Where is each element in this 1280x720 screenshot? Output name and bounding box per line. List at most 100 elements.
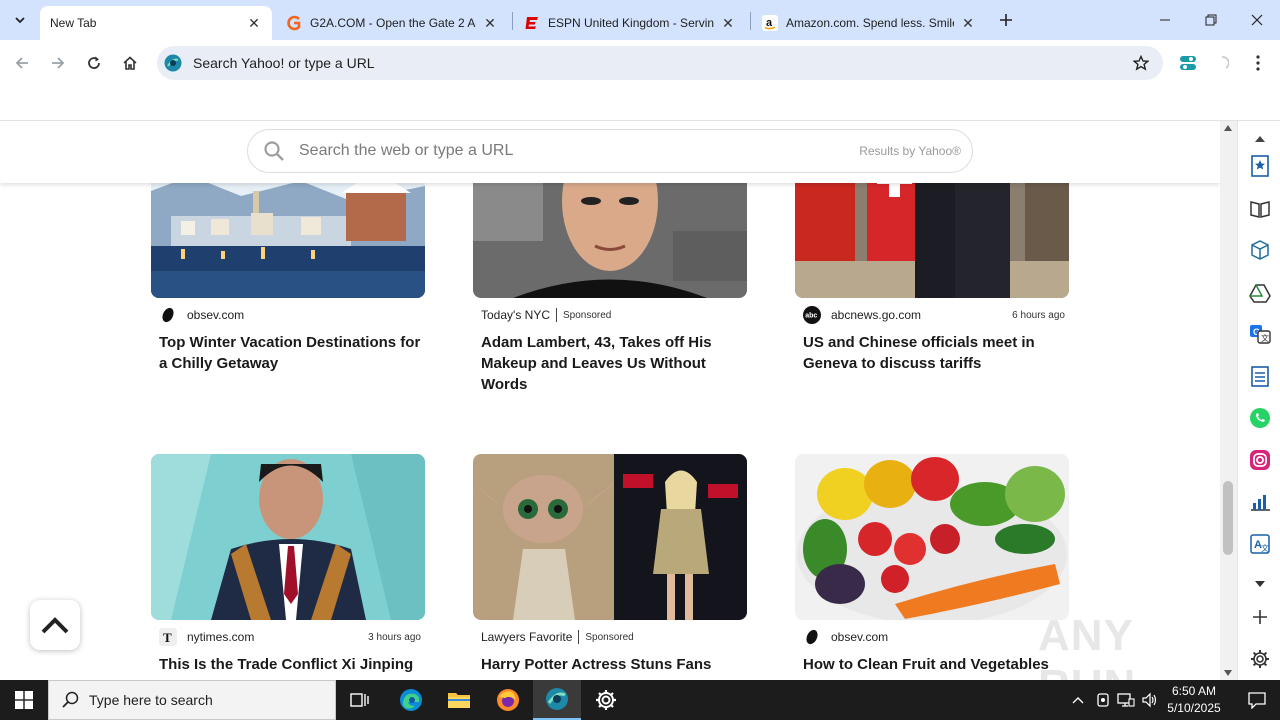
reload-icon — [88, 56, 100, 69]
reload-button[interactable] — [80, 49, 108, 77]
card-headline[interactable]: Harry Potter Actress Stuns Fans — [481, 654, 743, 675]
tab-amazon[interactable]: a Amazon.com. Spend less. Smile more. ✕ — [752, 6, 986, 40]
tray-volume-icon[interactable] — [1140, 690, 1160, 710]
extension-button[interactable] — [1176, 51, 1200, 75]
address-bar[interactable]: Search Yahoo! or type a URL — [157, 46, 1163, 80]
close-icon — [1251, 14, 1263, 26]
tab-g2a[interactable]: G2A.COM - Open the Gate 2 Adventure ✕ — [276, 6, 508, 40]
card-image[interactable] — [795, 454, 1069, 620]
firefox-icon — [497, 689, 519, 711]
home-button[interactable] — [116, 49, 144, 77]
profile-button[interactable] — [1210, 51, 1234, 75]
restore-button[interactable] — [1188, 0, 1234, 40]
action-center-button[interactable] — [1234, 680, 1280, 720]
speaker-icon — [1142, 692, 1157, 708]
card-image[interactable] — [151, 454, 425, 620]
reading-list-button[interactable] — [1248, 197, 1272, 221]
more-tools-button[interactable] — [1248, 572, 1272, 596]
side-panel-settings-button[interactable] — [1248, 647, 1272, 671]
tab-espn[interactable]: ESPN United Kingdom - Serving sports fan… — [514, 6, 746, 40]
show-hidden-icons-button[interactable] — [1068, 690, 1088, 710]
taskbar-search-box[interactable]: Type here to search — [48, 680, 336, 720]
add-tool-button[interactable] — [1248, 605, 1272, 629]
meta-divider — [578, 630, 580, 644]
gear-icon — [596, 690, 616, 710]
task-view-button[interactable] — [336, 680, 384, 720]
card-source[interactable]: nytimes.com — [187, 630, 254, 644]
card-headline[interactable]: US and Chinese officials meet in Geneva … — [803, 332, 1065, 374]
svg-text:T: T — [163, 630, 172, 645]
obsev-logo-icon — [803, 628, 821, 646]
new-tab-button[interactable] — [994, 9, 1018, 31]
more-vertical-icon — [1256, 55, 1260, 71]
close-icon[interactable]: ✕ — [960, 15, 976, 31]
anyrun-watermark: ANY RUN — [1038, 611, 1220, 680]
close-icon[interactable]: ✕ — [246, 15, 262, 31]
cube-icon — [1251, 240, 1269, 260]
windows-taskbar: Type here to search 6:50 AM 5/10/2025 — [0, 680, 1280, 720]
abc-news-logo-icon: abc — [803, 306, 821, 324]
bookmark-star-button[interactable] — [1129, 51, 1153, 75]
card-meta: obsev.com — [803, 627, 1069, 647]
close-icon[interactable]: ✕ — [720, 15, 736, 31]
card-source[interactable]: Lawyers Favorite — [481, 630, 572, 644]
back-button[interactable] — [8, 49, 36, 77]
analytics-button[interactable] — [1248, 490, 1272, 514]
news-card[interactable]: Lawyers Favorite Sponsored Harry Potter … — [473, 454, 747, 680]
card-headline[interactable]: How to Clean Fruit and Vegetables — [803, 654, 1065, 675]
close-window-button[interactable] — [1234, 0, 1280, 40]
taskbar-file-explorer[interactable] — [435, 680, 483, 720]
card-meta: Today's NYC Sponsored — [481, 305, 747, 325]
card-image[interactable] — [473, 454, 747, 620]
web-search-input[interactable]: Search the web or type a URL Results by … — [247, 129, 973, 173]
card-headline[interactable]: This Is the Trade Conflict Xi Jinping — [159, 654, 421, 675]
collapse-up-button[interactable] — [1248, 127, 1272, 151]
folder-icon — [448, 693, 470, 708]
tab-search-button[interactable] — [7, 8, 33, 32]
taskbar-browser-active[interactable] — [533, 680, 581, 720]
tab-title: G2A.COM - Open the Gate 2 Adventure — [310, 16, 476, 30]
browser-menu-button[interactable] — [1246, 51, 1270, 75]
scroll-up-arrow-icon[interactable] — [1224, 125, 1232, 131]
sponsored-label: Sponsored — [585, 631, 634, 643]
translate-tool-button[interactable]: G文 — [1248, 322, 1272, 346]
page-scrollbar[interactable] — [1220, 121, 1237, 680]
start-button[interactable] — [0, 680, 48, 720]
card-source[interactable]: obsev.com — [187, 308, 244, 322]
browser-toolbar: Search Yahoo! or type a URL — [0, 40, 1280, 86]
taskbar-edge[interactable] — [387, 680, 435, 720]
taskbar-firefox[interactable] — [484, 680, 532, 720]
scrollbar-thumb[interactable] — [1223, 481, 1233, 555]
yahoo-attribution: Results by Yahoo® — [859, 144, 961, 158]
whatsapp-button[interactable] — [1248, 406, 1272, 430]
tray-security-icon[interactable] — [1093, 690, 1113, 710]
minimize-button[interactable] — [1142, 0, 1188, 40]
card-headline[interactable]: Top Winter Vacation Destinations for a C… — [159, 332, 421, 374]
scroll-to-top-button[interactable] — [30, 600, 80, 650]
book-icon — [1250, 201, 1270, 218]
taskbar-settings[interactable] — [582, 680, 630, 720]
news-card[interactable]: T nytimes.com 3 hours ago This Is the Tr… — [151, 454, 425, 680]
notification-icon — [1248, 692, 1266, 709]
bookmarks-panel-button[interactable] — [1248, 154, 1272, 178]
cube-tool-button[interactable] — [1248, 238, 1272, 262]
card-source[interactable]: abcnews.go.com — [831, 308, 921, 322]
forward-button[interactable] — [44, 49, 72, 77]
card-headline[interactable]: Adam Lambert, 43, Takes off His Makeup a… — [481, 332, 743, 395]
card-source[interactable]: Today's NYC — [481, 308, 550, 322]
card-source[interactable]: obsev.com — [831, 630, 888, 644]
translate-panel-button[interactable]: A文 — [1248, 532, 1272, 556]
drive-tool-button[interactable] — [1248, 281, 1272, 305]
caret-up-icon — [1255, 136, 1265, 142]
close-icon[interactable]: ✕ — [482, 15, 498, 31]
taskbar-clock[interactable]: 6:50 AM 5/10/2025 — [1160, 683, 1228, 717]
news-card[interactable]: obsev.com How to Clean Fruit and Vegetab… — [795, 454, 1069, 680]
instagram-button[interactable] — [1248, 448, 1272, 472]
tasks-tool-button[interactable] — [1248, 364, 1272, 388]
tray-network-icon[interactable] — [1116, 690, 1136, 710]
tab-new-tab[interactable]: New Tab ✕ — [40, 6, 272, 40]
arrow-left-icon — [15, 57, 28, 69]
obsev-logo-icon — [159, 306, 177, 324]
whatsapp-icon — [1250, 408, 1270, 428]
scroll-down-arrow-icon[interactable] — [1224, 670, 1232, 676]
